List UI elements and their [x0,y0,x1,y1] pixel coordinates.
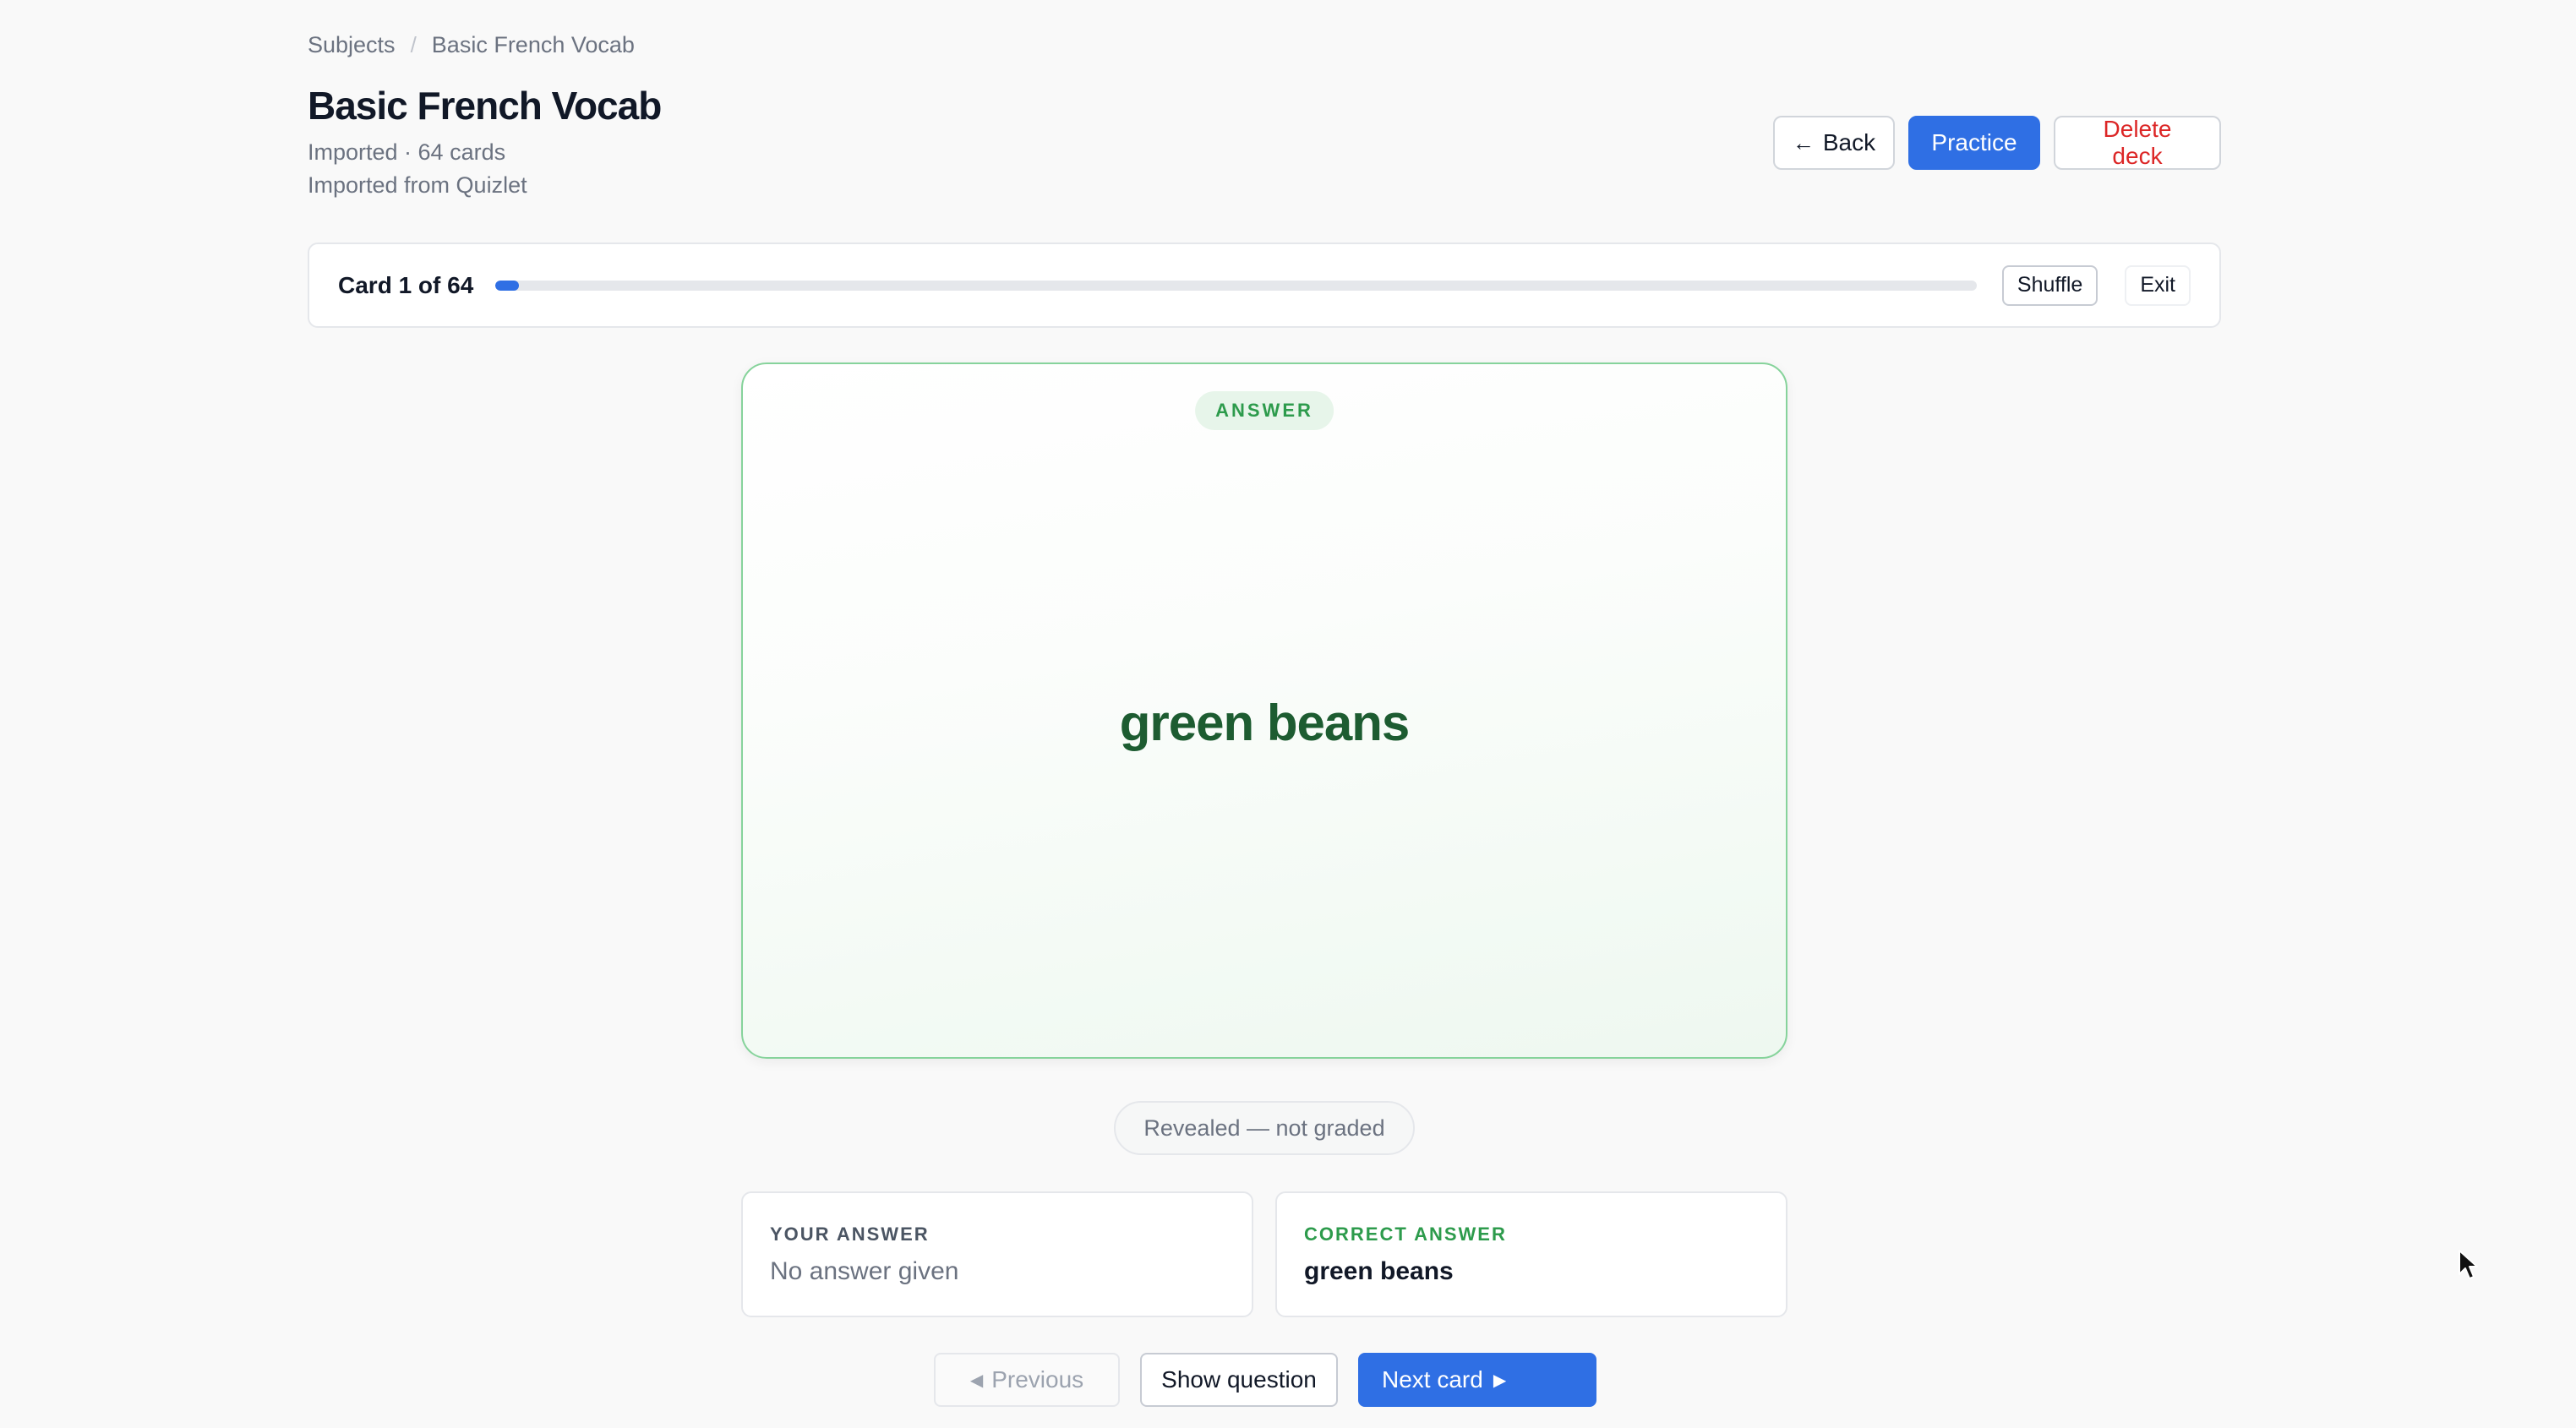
progress-bar [495,280,1977,291]
card-text: green beans [1119,695,1410,751]
show-question-button[interactable]: Show question [1140,1353,1338,1407]
your-answer-label: YOUR ANSWER [770,1224,930,1245]
correct-answer-label: CORRECT ANSWER [1304,1224,1507,1245]
next-card-button[interactable]: Next card ▶ [1358,1353,1596,1407]
delete-deck-button[interactable]: Delete deck [2054,116,2221,170]
previous-button-label: Previous [991,1366,1084,1393]
flashcard-study-page: Subjects / Basic French Vocab Basic Fren… [0,0,2576,1428]
card-navigation: ◀ Previous Show question Next card ▶ [934,1353,1596,1407]
page-title: Basic French Vocab [308,84,662,128]
your-answer-value: No answer given [770,1257,959,1285]
next-card-button-label: Next card [1382,1366,1483,1393]
progress-panel: Card 1 of 64 Shuffle Exit [308,243,2221,328]
correct-answer-value: green beans [1304,1257,1454,1285]
your-answer-panel: YOUR ANSWER No answer given [741,1191,1253,1317]
previous-button[interactable]: ◀ Previous [934,1353,1120,1407]
grading-status-badge: Revealed — not graded [1114,1101,1415,1155]
deck-source: Imported from Quizlet [308,172,527,198]
breadcrumb-item-deck[interactable]: Basic French Vocab [432,32,635,58]
back-button-label: Back [1822,129,1876,155]
breadcrumb: Subjects / Basic French Vocab [308,32,635,58]
practice-button[interactable]: Practice [1908,116,2040,170]
progress-label: Card 1 of 64 [338,271,474,298]
exit-button[interactable]: Exit [2125,264,2191,306]
deck-meta: Imported · 64 cards [308,139,506,165]
mouse-cursor-icon [2459,1250,2478,1279]
arrow-left-icon: ← [1792,129,1815,155]
triangle-right-icon: ▶ [1493,1371,1507,1390]
back-button[interactable]: ← Back [1773,116,1895,170]
progress-bar-fill [495,280,519,291]
flashcard[interactable]: ANSWER green beans [741,362,1787,1059]
breadcrumb-separator: / [410,32,417,57]
correct-answer-panel: CORRECT ANSWER green beans [1275,1191,1787,1317]
breadcrumb-item-subjects[interactable]: Subjects [308,32,396,58]
header-actions: ← Back Practice Delete deck [1773,116,2221,170]
triangle-left-icon: ◀ [969,1371,984,1390]
card-side-badge: ANSWER [1195,391,1334,430]
shuffle-button[interactable]: Shuffle [2001,264,2098,306]
